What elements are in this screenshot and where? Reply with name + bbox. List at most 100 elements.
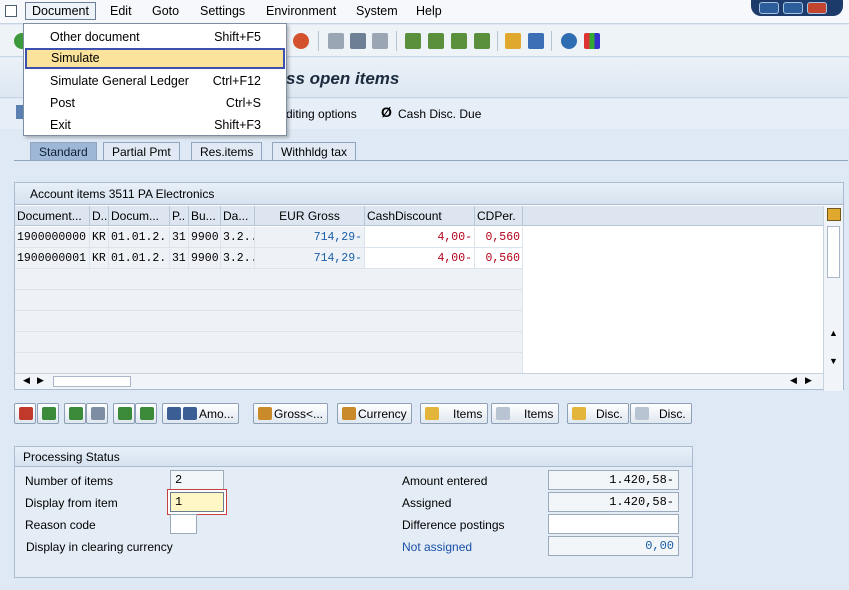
menu-item-shortcut: Shift+F3 <box>214 118 261 132</box>
gross-button[interactable]: Gross<... <box>253 403 329 424</box>
cell-posting-key[interactable]: 31 <box>170 248 189 269</box>
first-page-icon[interactable] <box>405 33 421 49</box>
menu-item-simulate[interactable]: Simulate <box>25 48 285 69</box>
find-icon[interactable] <box>350 33 366 49</box>
display-from-item-input[interactable]: 1 <box>170 492 224 512</box>
tab-partial-pmt[interactable]: Partial Pmt <box>103 142 180 160</box>
menu-item-simulate-general-ledger[interactable]: Simulate General Ledger Ctrl+F12 <box>25 71 285 92</box>
maximize-icon[interactable] <box>783 2 803 14</box>
deactivate-disc-button[interactable]: Disc. <box>630 403 692 424</box>
menu-edit[interactable]: Edit <box>110 4 132 18</box>
new-session-icon[interactable] <box>505 33 521 49</box>
scroll-thumb[interactable] <box>53 376 131 387</box>
shortcut-icon[interactable] <box>528 33 544 49</box>
difference-postings-field[interactable] <box>548 514 679 534</box>
menu-goto[interactable]: Goto <box>152 4 179 18</box>
cancel-icon[interactable] <box>293 33 309 49</box>
tab-res-items[interactable]: Res.items <box>191 142 263 160</box>
scroll-left-icon[interactable]: ◀ <box>23 375 30 386</box>
scroll-right-icon[interactable]: ▶ <box>37 375 44 386</box>
sort-ascending-button[interactable] <box>113 403 135 424</box>
cell-posting-key[interactable]: 31 <box>170 227 189 248</box>
reason-code-label: Reason code <box>25 518 96 532</box>
activate-disc-button[interactable]: Disc. <box>567 403 629 424</box>
col-posting-key[interactable]: P.. <box>170 206 189 226</box>
print-icon[interactable] <box>328 33 344 49</box>
col-doc-type[interactable]: D.. <box>90 206 109 226</box>
scroll-up-icon[interactable]: ▲ <box>829 328 838 338</box>
col-days[interactable]: Da... <box>221 206 255 226</box>
help-icon[interactable] <box>561 33 577 49</box>
col-eur-gross[interactable]: EUR Gross <box>255 206 365 226</box>
tab-withhldg-tax[interactable]: Withhldg tax <box>272 142 357 160</box>
cell-document[interactable]: 1900000000 <box>15 227 90 248</box>
cash-disc-due-button[interactable]: Cash Disc. Due <box>398 107 481 121</box>
col-document[interactable]: Document... <box>15 206 90 226</box>
cell-eur-gross[interactable]: 714,29- <box>255 248 365 269</box>
find-amount-button[interactable]: Amo... <box>162 403 239 424</box>
tab-standard[interactable]: Standard <box>30 142 97 160</box>
empty-row <box>15 332 523 353</box>
cell-days[interactable]: 3.2... <box>221 248 255 269</box>
gross-label: Gross<... <box>274 407 324 421</box>
customize-layout-icon[interactable] <box>584 33 600 49</box>
menu-help[interactable]: Help <box>416 4 442 18</box>
scroll-down-icon[interactable]: ▼ <box>829 356 838 366</box>
binoculars-icon <box>183 407 197 420</box>
empty-row <box>15 353 523 374</box>
cell-doc-type[interactable]: KR <box>90 227 109 248</box>
cell-cash-discount[interactable]: 4,00- <box>365 248 475 269</box>
cell-business-area[interactable]: 9900 <box>189 227 221 248</box>
col-business-area[interactable]: Bu... <box>189 206 221 226</box>
menu-document[interactable]: Document <box>25 2 96 20</box>
cell-days[interactable]: 3.2... <box>221 227 255 248</box>
cell-document[interactable]: 1900000001 <box>15 248 90 269</box>
sort-descending-button[interactable] <box>135 403 157 424</box>
close-window-icon[interactable] <box>807 2 827 14</box>
app-menu-icon[interactable] <box>5 5 17 17</box>
deselect-all-button[interactable] <box>37 403 59 424</box>
cell-doc-type[interactable]: KR <box>90 248 109 269</box>
next-page-icon[interactable] <box>451 33 467 49</box>
reason-code-input[interactable] <box>170 514 197 534</box>
col-cd-percent[interactable]: CDPer. <box>475 206 523 226</box>
menu-item-other-document[interactable]: Other document Shift+F5 <box>25 27 285 48</box>
menu-item-post[interactable]: Post Ctrl+S <box>25 93 285 114</box>
menu-item-exit[interactable]: Exit Shift+F3 <box>25 115 285 136</box>
menubar: Document Edit Goto Settings Environment … <box>0 0 849 24</box>
minimize-icon[interactable] <box>759 2 779 14</box>
find-next-icon[interactable] <box>372 33 388 49</box>
select-all-button[interactable] <box>14 403 36 424</box>
display-in-clearing-currency-checkbox[interactable]: Display in clearing currency <box>26 540 173 554</box>
menu-settings[interactable]: Settings <box>200 4 245 18</box>
cell-cd-percent[interactable]: 0,560 <box>475 248 523 269</box>
scroll-left-icon[interactable]: ◀ <box>790 375 797 386</box>
last-page-icon[interactable] <box>474 33 490 49</box>
activate-disc-label: Disc. <box>596 407 623 421</box>
cell-doc-date[interactable]: 01.01.2... <box>109 248 170 269</box>
amount-entered-label: Amount entered <box>402 474 488 488</box>
menu-environment[interactable]: Environment <box>266 4 336 18</box>
currency-button[interactable]: Currency <box>337 403 412 424</box>
cell-business-area[interactable]: 9900 <box>189 248 221 269</box>
currency-icon <box>342 407 356 420</box>
col-doc-date[interactable]: Docum... <box>109 206 170 226</box>
previous-page-icon[interactable] <box>428 33 444 49</box>
editing-options-button[interactable]: diting options <box>286 107 357 121</box>
cell-doc-date[interactable]: 01.01.2... <box>109 227 170 248</box>
vertical-scrollbar[interactable]: ▲ ▼ <box>823 206 843 391</box>
deselect-block-button[interactable] <box>86 403 108 424</box>
activate-items-button[interactable]: Items <box>420 403 488 424</box>
col-cash-discount[interactable]: CashDiscount <box>365 206 475 226</box>
scroll-thumb[interactable] <box>827 226 840 278</box>
column-config-icon[interactable] <box>827 208 841 221</box>
menu-system[interactable]: System <box>356 4 398 18</box>
select-all-icon <box>19 407 33 420</box>
deactivate-items-button[interactable]: Items <box>491 403 559 424</box>
cell-eur-gross[interactable]: 714,29- <box>255 227 365 248</box>
horizontal-scrollbar[interactable]: ◀ ▶ ◀ ▶ <box>15 373 823 389</box>
select-block-button[interactable] <box>64 403 86 424</box>
cell-cd-percent[interactable]: 0,560 <box>475 227 523 248</box>
cell-cash-discount[interactable]: 4,00- <box>365 227 475 248</box>
scroll-right-icon[interactable]: ▶ <box>805 375 812 386</box>
